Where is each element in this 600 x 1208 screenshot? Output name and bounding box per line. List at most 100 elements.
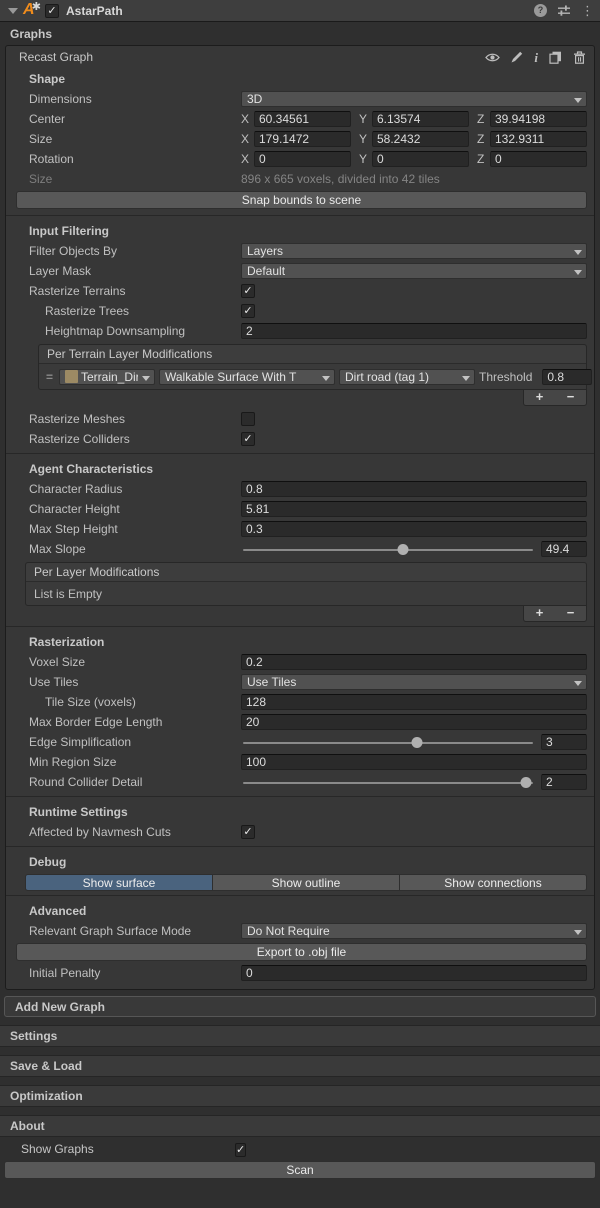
list-footer: + − [523, 390, 587, 406]
info-icon[interactable]: i [534, 52, 538, 63]
duplicate-icon[interactable] [549, 51, 562, 64]
dropdown-arrow-icon [574, 98, 582, 103]
rotation-z-field[interactable]: 0 [490, 151, 587, 167]
max-slope-slider[interactable] [241, 541, 535, 557]
separator [6, 796, 594, 797]
tag-dropdown[interactable]: Dirt road (tag 1) [339, 369, 475, 385]
slider-handle[interactable] [521, 777, 532, 788]
character-radius-label: Character Radius [29, 482, 241, 496]
min-region-size-label: Min Region Size [29, 755, 241, 769]
show-surface-button[interactable]: Show surface [25, 874, 213, 891]
navmesh-cuts-checkbox[interactable]: ✓ [241, 825, 255, 839]
rasterize-terrains-label: Rasterize Terrains [29, 284, 241, 298]
foldout-arrow-icon[interactable] [8, 8, 18, 14]
tile-size-field[interactable]: 128 [241, 694, 587, 710]
rotation-label: Rotation [29, 152, 241, 166]
filter-objects-by-dropdown[interactable]: Layers [241, 243, 587, 259]
snap-bounds-button[interactable]: Snap bounds to scene [16, 191, 587, 209]
drag-handle-icon[interactable]: = [43, 370, 55, 384]
dimensions-label: Dimensions [29, 92, 241, 106]
separator [6, 215, 594, 216]
center-x-field[interactable]: 60.34561 [254, 111, 351, 127]
size-y-field[interactable]: 58.2432 [372, 131, 469, 147]
show-connections-button[interactable]: Show connections [400, 874, 587, 891]
toggle-visibility-eye-icon[interactable] [485, 52, 500, 63]
center-z-field[interactable]: 39.94198 [490, 111, 587, 127]
graph-title[interactable]: Recast Graph [19, 50, 93, 64]
save-load-section-header[interactable]: Save & Load [0, 1055, 600, 1077]
show-graphs-checkbox[interactable]: ✓ [235, 1143, 246, 1157]
component-title: AstarPath [66, 4, 123, 18]
edge-simplification-slider[interactable] [241, 734, 535, 750]
component-header: A ✱ ✓ AstarPath ? ⋮ [0, 0, 600, 22]
size-x-field[interactable]: 179.1472 [254, 131, 351, 147]
use-tiles-dropdown[interactable]: Use Tiles [241, 674, 587, 690]
rasterize-colliders-checkbox[interactable]: ✓ [241, 432, 255, 446]
remove-item-button[interactable]: − [555, 606, 586, 621]
max-step-height-field[interactable]: 0.3 [241, 521, 587, 537]
initial-penalty-field[interactable]: 0 [241, 965, 587, 981]
graphs-section-label[interactable]: Graphs [0, 22, 600, 45]
help-icon[interactable]: ? [534, 4, 547, 17]
filter-objects-by-label: Filter Objects By [29, 244, 241, 258]
add-item-button[interactable]: + [524, 390, 555, 405]
surface-mode-label: Relevant Graph Surface Mode [29, 924, 241, 938]
component-enabled-checkbox[interactable]: ✓ [45, 4, 59, 18]
slider-handle[interactable] [412, 737, 423, 748]
terrain-layer-object-dropdown[interactable]: Terrain_Dirt [59, 369, 155, 385]
dropdown-arrow-icon [574, 930, 582, 935]
size-z-field[interactable]: 132.9311 [490, 131, 587, 147]
center-y-field[interactable]: 6.13574 [372, 111, 469, 127]
recast-graph-panel: Recast Graph i [5, 45, 595, 990]
per-terrain-list-item[interactable]: = Terrain_Dirt Walkable Surface With T D… [39, 364, 586, 389]
debug-button-group: Show surface Show outline Show connectio… [25, 874, 587, 891]
add-new-graph-button[interactable]: Add New Graph [4, 996, 596, 1017]
heightmap-downsampling-field[interactable]: 2 [241, 323, 587, 339]
separator [6, 895, 594, 896]
rotation-x-field[interactable]: 0 [254, 151, 351, 167]
size-label: Size [29, 132, 241, 146]
surface-mode-dropdown[interactable]: Walkable Surface With T [159, 369, 335, 385]
runtime-settings-heading: Runtime Settings [6, 801, 594, 822]
min-region-size-field[interactable]: 100 [241, 754, 587, 770]
edge-simplification-field[interactable]: 3 [541, 734, 587, 750]
rotation-y-field[interactable]: 0 [372, 151, 469, 167]
dimensions-dropdown[interactable]: 3D [241, 91, 587, 107]
more-menu-icon[interactable]: ⋮ [581, 4, 594, 17]
round-collider-detail-label: Round Collider Detail [29, 775, 241, 789]
round-collider-detail-slider[interactable] [241, 774, 535, 790]
character-radius-field[interactable]: 0.8 [241, 481, 587, 497]
settings-section-header[interactable]: Settings [0, 1025, 600, 1047]
layer-mask-dropdown[interactable]: Default [241, 263, 587, 279]
per-terrain-modifications-list: Per Terrain Layer Modifications = Terrai… [38, 344, 587, 390]
remove-item-button[interactable]: − [555, 390, 586, 405]
max-slope-label: Max Slope [29, 542, 241, 556]
round-collider-detail-field[interactable]: 2 [541, 774, 587, 790]
max-slope-field[interactable]: 49.4 [541, 541, 587, 557]
use-tiles-label: Use Tiles [29, 675, 241, 689]
character-height-field[interactable]: 5.81 [241, 501, 587, 517]
max-border-edge-length-field[interactable]: 20 [241, 714, 587, 730]
rasterize-meshes-checkbox[interactable] [241, 412, 255, 426]
list-empty-text: List is Empty [26, 582, 586, 605]
export-obj-button[interactable]: Export to .obj file [16, 943, 587, 961]
edit-pencil-icon[interactable] [511, 51, 523, 63]
show-graphs-label: Show Graphs [21, 1142, 235, 1156]
add-item-button[interactable]: + [524, 606, 555, 621]
max-border-edge-length-label: Max Border Edge Length [29, 715, 241, 729]
slider-handle[interactable] [397, 544, 408, 555]
presets-icon[interactable] [557, 4, 571, 17]
show-outline-button[interactable]: Show outline [213, 874, 400, 891]
rasterize-trees-checkbox[interactable]: ✓ [241, 304, 255, 318]
optimization-section-header[interactable]: Optimization [0, 1085, 600, 1107]
dropdown-arrow-icon [574, 250, 582, 255]
threshold-field[interactable]: 0.8 [542, 369, 592, 385]
rasterize-terrains-checkbox[interactable]: ✓ [241, 284, 255, 298]
delete-trash-icon[interactable] [573, 51, 586, 64]
relevant-graph-surface-mode-dropdown[interactable]: Do Not Require [241, 923, 587, 939]
separator [6, 626, 594, 627]
per-layer-modifications-list: Per Layer Modifications List is Empty [25, 562, 587, 606]
about-section-header[interactable]: About [0, 1115, 600, 1137]
voxel-size-field[interactable]: 0.2 [241, 654, 587, 670]
scan-button[interactable]: Scan [4, 1161, 596, 1179]
